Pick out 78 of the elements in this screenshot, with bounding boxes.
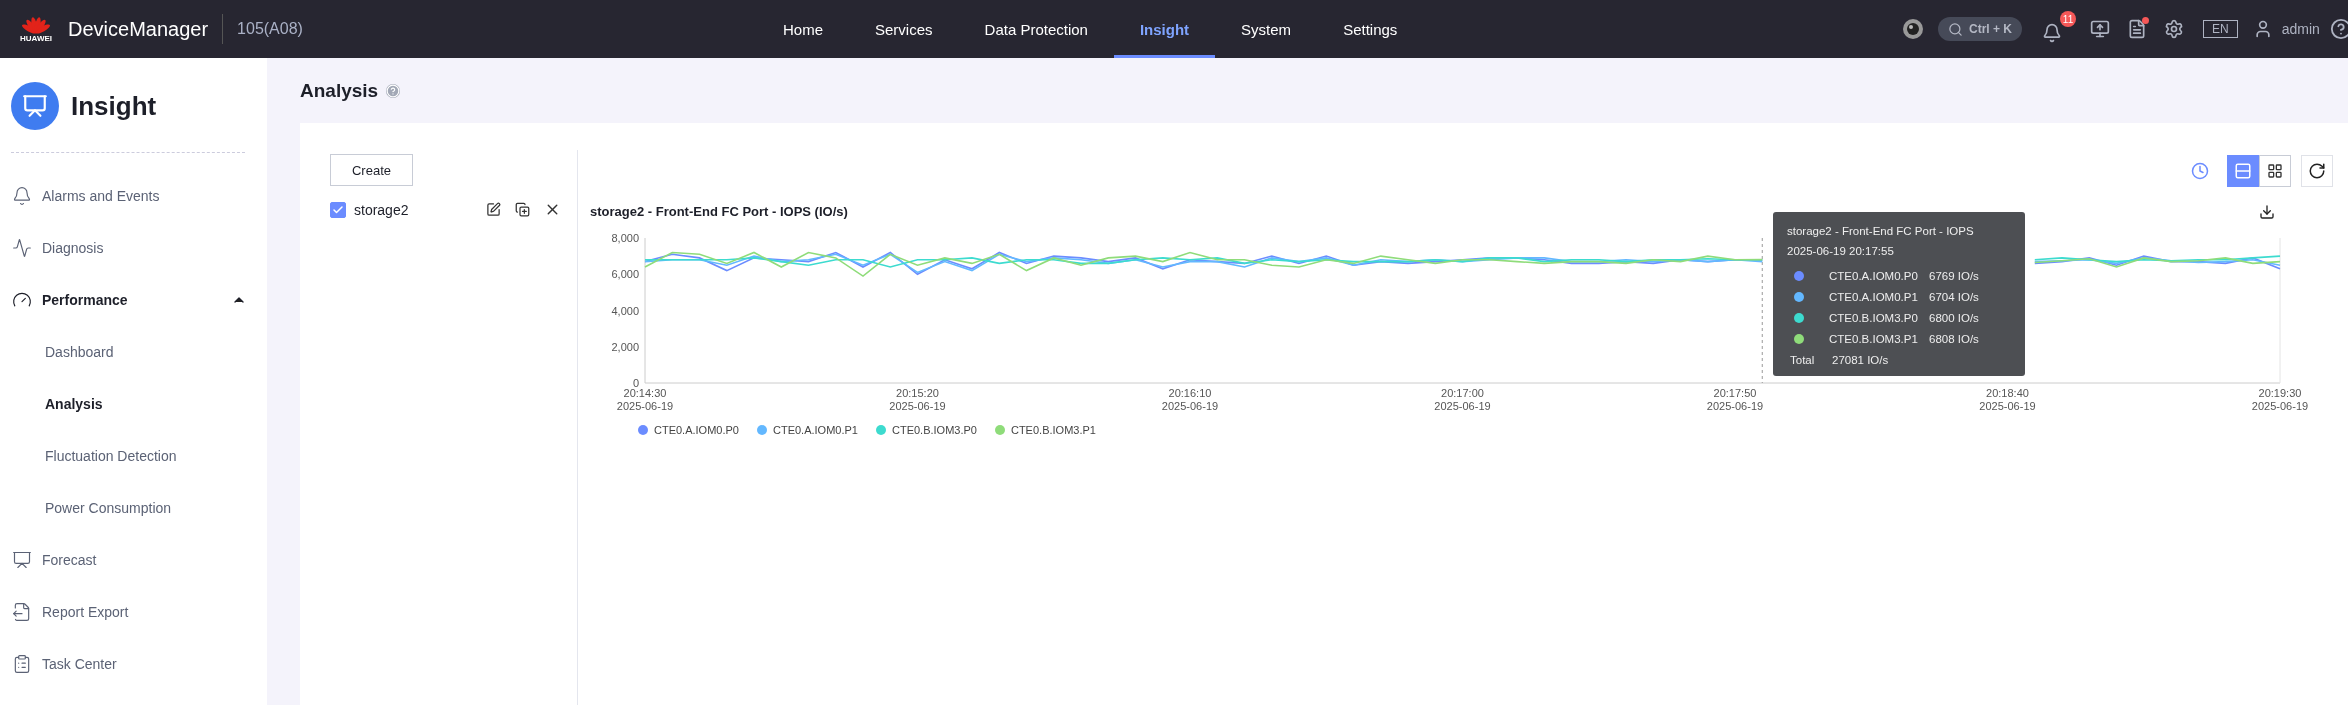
document-icon bbox=[2127, 19, 2147, 39]
x-tick-label: 20:17:50 2025-06-19 bbox=[1706, 387, 1764, 412]
sidebar-icon bbox=[12, 602, 32, 622]
settings-icon[interactable] bbox=[2164, 19, 2184, 39]
tooltip-time: 2025-06-19 20:17:55 bbox=[1787, 244, 1895, 259]
sidebar-item[interactable]: Task Center bbox=[0, 638, 267, 690]
sidebar-item[interactable]: Alarms and Events bbox=[0, 170, 267, 222]
series-value: 6808 IO/s bbox=[1929, 332, 1980, 345]
total-label: Total bbox=[1790, 353, 1816, 366]
nav-tab[interactable]: System bbox=[1215, 0, 1318, 58]
x-tick-label: 20:16:10 2025-06-19 bbox=[1161, 387, 1219, 412]
alarm-count: 11 bbox=[2060, 11, 2076, 27]
sidebar-title: Insight bbox=[71, 90, 157, 122]
create-button[interactable]: Create bbox=[330, 154, 413, 186]
search-icon bbox=[1948, 21, 1963, 37]
x-tick-label: 20:19:30 2025-06-19 bbox=[2251, 387, 2309, 412]
sidebar-subitem[interactable]: Power Consumption bbox=[0, 482, 267, 534]
sidebar-subitem[interactable]: Fluctuation Detection bbox=[0, 430, 267, 482]
sidebar-subitem[interactable]: Dashboard bbox=[0, 326, 267, 378]
sidebar-item[interactable]: Report Export bbox=[0, 586, 267, 638]
grid-icon bbox=[2267, 163, 2283, 179]
sidebar-item[interactable]: Forecast bbox=[0, 534, 267, 586]
series-name: CTE0.A.IOM0.P1 bbox=[1829, 290, 1919, 303]
x-tick-label: 20:17:00 2025-06-19 bbox=[1434, 387, 1491, 412]
bell-icon bbox=[2042, 23, 2062, 43]
sidebar-subitem[interactable]: Analysis bbox=[0, 378, 267, 430]
rows-icon bbox=[2234, 162, 2252, 180]
device-name: 105(A08) bbox=[237, 20, 303, 38]
series-name: CTE0.B.IOM3.P1 bbox=[1829, 332, 1919, 345]
y-tick-label: 8,000 bbox=[611, 232, 639, 244]
edit-icon[interactable] bbox=[486, 202, 501, 217]
flower-icon bbox=[21, 15, 51, 34]
sidebar-item[interactable]: Diagnosis bbox=[0, 222, 267, 274]
nav-tab[interactable]: Data Protection bbox=[958, 0, 1114, 58]
chart-title: storage2 - Front-End FC Port - IOPS (IO/s) bbox=[590, 204, 848, 219]
user-name[interactable]: admin bbox=[2281, 21, 2320, 37]
series-value: 6800 IO/s bbox=[1929, 311, 1980, 324]
y-tick-label: 4,000 bbox=[611, 304, 639, 317]
sidebar-icon bbox=[12, 238, 32, 258]
series-name: CTE0.B.IOM3.P0 bbox=[1829, 311, 1919, 324]
check-icon bbox=[332, 203, 344, 216]
nav-tab[interactable]: Home bbox=[757, 0, 849, 58]
legend-label[interactable]: CTE0.A.IOM0.P0 bbox=[654, 424, 739, 436]
sidebar-item[interactable]: Performance bbox=[0, 274, 267, 326]
refresh-icon bbox=[2308, 162, 2326, 180]
help-icon[interactable] bbox=[2329, 18, 2348, 40]
refresh-button[interactable] bbox=[2301, 155, 2333, 187]
sidebar-icon bbox=[12, 654, 32, 674]
x-tick-label: 20:14:30 2025-06-19 bbox=[616, 387, 674, 412]
series-name: CTE0.A.IOM0.P0 bbox=[1829, 269, 1919, 282]
download-icon[interactable] bbox=[2259, 203, 2275, 220]
lens-icon[interactable] bbox=[1902, 18, 1924, 40]
page-title: Analysis bbox=[300, 79, 379, 102]
copy-icon[interactable] bbox=[515, 202, 530, 217]
y-tick-label: 2,000 bbox=[611, 340, 639, 353]
grid-view-button[interactable] bbox=[2259, 155, 2291, 187]
language-button[interactable]: EN bbox=[2203, 20, 2238, 38]
y-tick-label: 6,000 bbox=[611, 268, 639, 281]
series-value: 6769 IO/s bbox=[1929, 269, 1980, 282]
clock-icon[interactable] bbox=[2191, 162, 2209, 180]
y-tick-label: 0 bbox=[632, 377, 639, 389]
x-tick-label: 20:15:20 2025-06-19 bbox=[889, 387, 946, 412]
sidebar-icon bbox=[12, 550, 32, 570]
search-field[interactable]: Ctrl + K bbox=[1938, 17, 2022, 41]
series-value: 6704 IO/s bbox=[1929, 290, 1980, 303]
legend-label[interactable]: CTE0.B.IOM3.P1 bbox=[1010, 424, 1096, 436]
checkbox[interactable] bbox=[330, 201, 346, 218]
sidebar-icon bbox=[12, 186, 32, 206]
tooltip-title: storage2 - Front-End FC Port - IOPS bbox=[1787, 224, 1975, 239]
brand-name: HUAWEI bbox=[20, 33, 52, 43]
nav-tab[interactable]: Services bbox=[849, 0, 959, 58]
x-tick-label: 20:18:40 2025-06-19 bbox=[1979, 387, 2036, 412]
legend-label[interactable]: CTE0.B.IOM3.P0 bbox=[891, 424, 977, 436]
analysis-name[interactable]: storage2 bbox=[354, 201, 472, 218]
total-value: 27081 IO/s bbox=[1832, 353, 1890, 366]
nav-tab[interactable]: Settings bbox=[1317, 0, 1424, 58]
product-name: DeviceManager bbox=[68, 17, 209, 41]
legend-label[interactable]: CTE0.A.IOM0.P1 bbox=[773, 424, 858, 436]
